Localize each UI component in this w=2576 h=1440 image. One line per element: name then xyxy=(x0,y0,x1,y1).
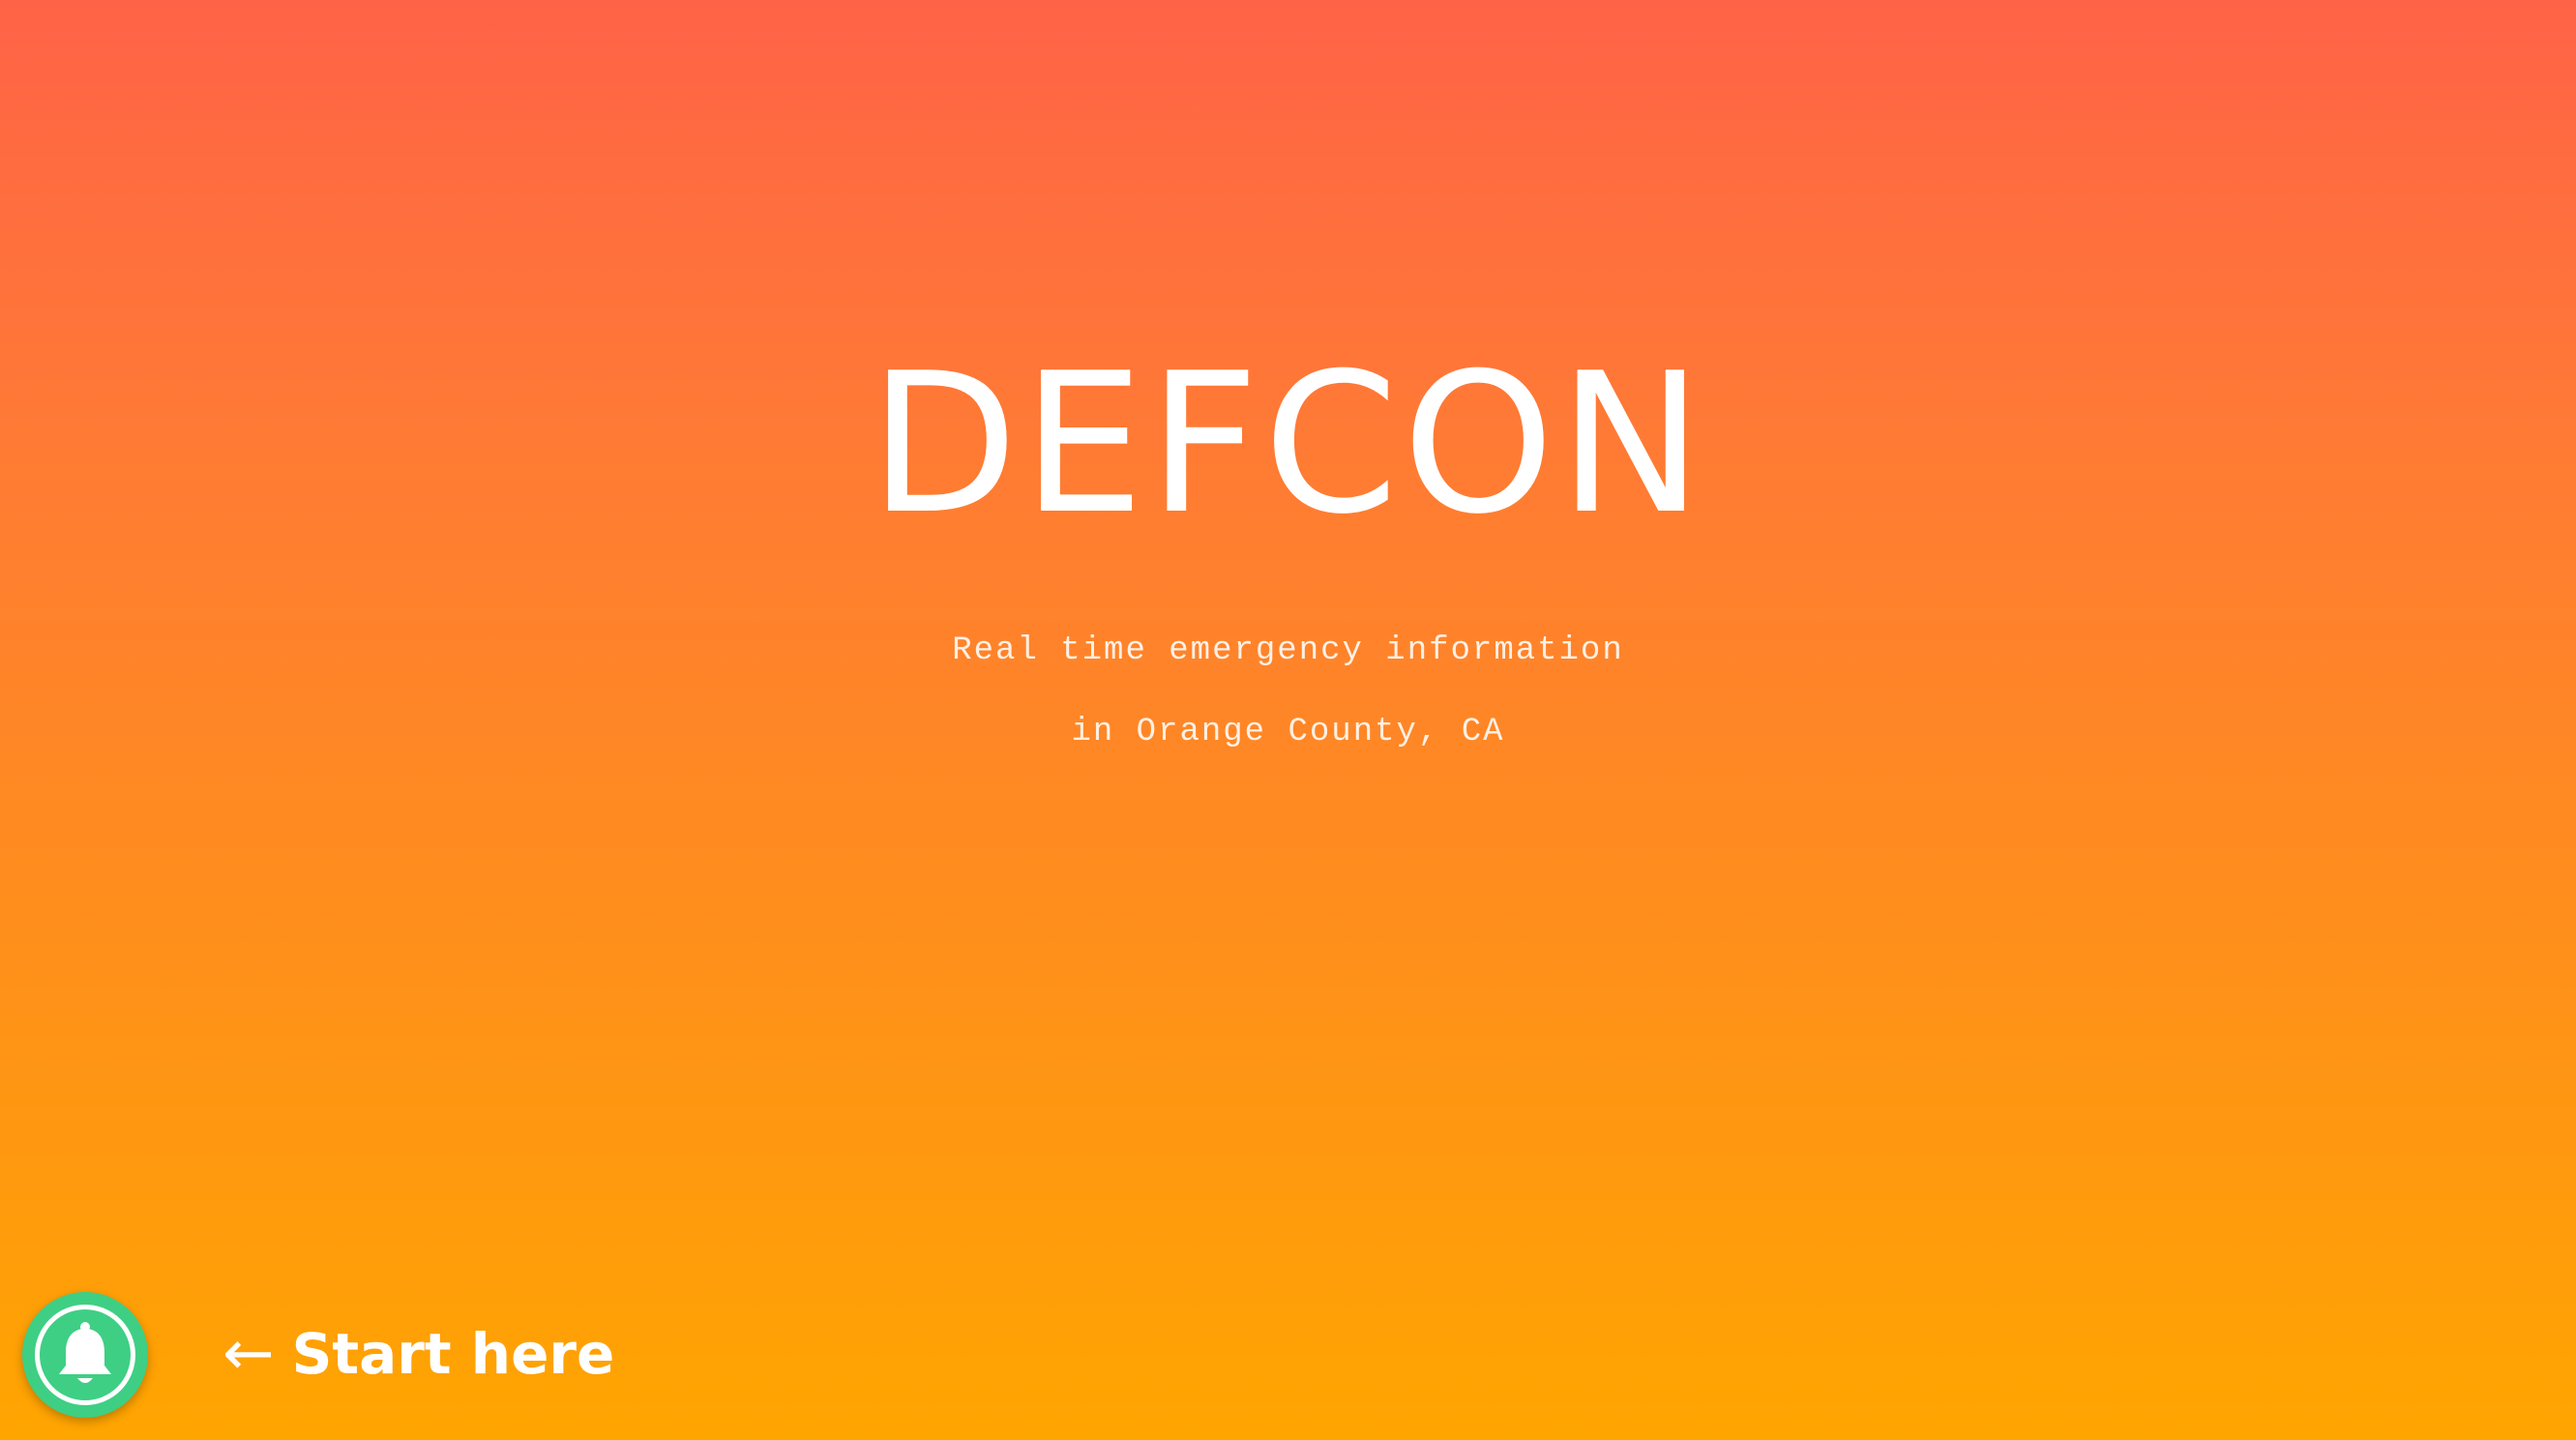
start-here-link[interactable]: ← Start here xyxy=(222,1320,614,1388)
page-title: DEFCON xyxy=(869,332,1707,557)
subtitle-line-1: Real time emergency information xyxy=(952,632,1624,669)
start-here-label: Start here xyxy=(291,1321,615,1387)
subtitle-line-2: in Orange County, CA xyxy=(1071,714,1505,750)
notification-bell-button[interactable] xyxy=(22,1292,148,1418)
left-arrow-icon: ← xyxy=(222,1318,275,1390)
page-subtitle: Real time emergency information in Orang… xyxy=(0,590,2576,793)
bell-icon xyxy=(59,1322,111,1383)
hero-section: DEFCON Real time emergency information i… xyxy=(0,348,2576,793)
bell-button-ring xyxy=(35,1305,135,1405)
